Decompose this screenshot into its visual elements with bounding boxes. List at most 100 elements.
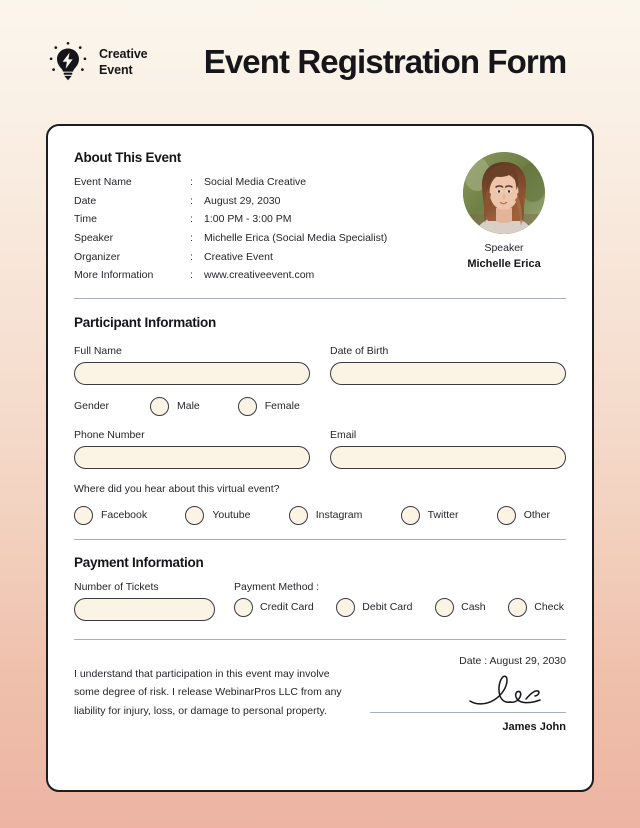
detail-separator: :: [190, 194, 193, 207]
date-of-birth-group: Date of Birth: [330, 345, 566, 385]
avatar: [463, 152, 545, 234]
page-title: Event Registration Form: [203, 43, 567, 80]
payment-option-debit-card[interactable]: Debit Card: [336, 597, 413, 617]
brand-name-line1: Creative: [99, 47, 148, 61]
email-input[interactable]: [330, 445, 566, 469]
phone-number-input[interactable]: [74, 445, 310, 469]
payment-section-title: Payment Information: [74, 554, 204, 570]
radio-icon[interactable]: [288, 505, 308, 525]
referral-option-label: Other: [523, 509, 550, 522]
detail-label: Time: [74, 213, 97, 226]
payment-method-options: Credit Card Debit Card Cash Check: [234, 597, 566, 617]
participant-section-title: Participant Information: [74, 314, 217, 330]
gender-option-label: Female: [264, 400, 300, 413]
radio-icon[interactable]: [234, 597, 253, 617]
referral-option-other[interactable]: Other: [496, 505, 550, 525]
table-row: Event Name : Social Media Creative: [74, 176, 387, 195]
brand-name-line2: Event: [99, 63, 133, 77]
radio-icon[interactable]: [400, 505, 420, 525]
payment-option-check[interactable]: Check: [508, 597, 564, 617]
about-section-title: About This Event: [74, 150, 181, 165]
referral-options: Facebook Youtube Instagram Twitter Other: [74, 505, 566, 525]
participant-section: Participant Information Full Name Date o…: [74, 315, 566, 525]
agreement-section: I understand that participation in this …: [74, 655, 566, 733]
tickets-input[interactable]: [74, 597, 215, 621]
radio-icon[interactable]: [508, 597, 528, 617]
disclaimer-line-1: I understand that participation in this …: [74, 667, 330, 680]
email-label: Email: [330, 428, 357, 441]
detail-label: Event Name: [74, 176, 132, 188]
detail-separator: :: [190, 250, 193, 263]
detail-value: 1:00 PM - 3:00 PM: [204, 213, 292, 226]
speaker-card: Speaker Michelle Erica: [442, 150, 566, 288]
signer-name: James John: [502, 720, 566, 733]
divider-after-about: [74, 297, 566, 299]
gender-label: Gender: [74, 400, 110, 413]
brand-name: Creative Event: [99, 46, 148, 78]
detail-label: More Information: [74, 269, 154, 282]
referral-option-youtube[interactable]: Youtube: [185, 505, 251, 525]
referral-option-label: Facebook: [101, 509, 148, 522]
handwritten-signature-icon: [469, 675, 541, 705]
phone-number-group: Phone Number: [74, 429, 310, 469]
radio-icon[interactable]: [435, 597, 455, 617]
disclaimer-line-2: some degree of risk. I release WebinarPr…: [74, 686, 342, 699]
date-of-birth-input[interactable]: [330, 361, 566, 385]
radio-icon[interactable]: [185, 505, 205, 525]
page-header: Creative Event Event Registration Form: [0, 0, 640, 124]
referral-option-facebook[interactable]: Facebook: [74, 505, 148, 525]
brand-logo: Creative Event: [46, 40, 172, 84]
detail-separator: :: [190, 213, 193, 226]
detail-label: Organizer: [74, 250, 121, 263]
payment-option-label: Cash: [461, 601, 486, 614]
gender-option-male[interactable]: Male: [150, 396, 200, 416]
full-name-group: Full Name: [74, 345, 310, 385]
detail-value: August 29, 2030: [204, 194, 281, 207]
detail-label: Speaker: [74, 231, 114, 244]
disclaimer-line-3: liability for injury, loss, or damage to…: [74, 705, 327, 718]
full-name-label: Full Name: [74, 344, 122, 357]
disclaimer-text: I understand that participation in this …: [74, 655, 370, 733]
table-row: Speaker : Michelle Erica (Social Media S…: [74, 232, 387, 251]
referral-option-label: Instagram: [315, 509, 363, 522]
signature-block: Date : August 29, 2030 James John: [370, 655, 566, 733]
payment-method-label: Payment Method :: [234, 580, 320, 593]
referral-option-instagram[interactable]: Instagram: [288, 505, 363, 525]
gender-group: Gender Male Female: [74, 396, 566, 416]
payment-option-label: Credit Card: [260, 601, 314, 614]
speaker-role-label: Speaker: [484, 242, 524, 254]
full-name-input[interactable]: [74, 361, 310, 385]
gender-option-female[interactable]: Female: [237, 396, 300, 416]
payment-option-cash[interactable]: Cash: [435, 597, 486, 617]
radio-icon[interactable]: [74, 505, 93, 525]
detail-value: Creative Event: [204, 250, 273, 263]
detail-separator: :: [190, 231, 193, 244]
referral-option-label: Youtube: [212, 509, 251, 522]
radio-icon[interactable]: [150, 396, 169, 416]
payment-option-credit-card[interactable]: Credit Card: [234, 597, 314, 617]
radio-icon[interactable]: [496, 505, 516, 525]
payment-option-label: Check: [534, 601, 564, 614]
tickets-group: Number of Tickets: [74, 581, 234, 621]
about-event-section: About This Event Event Name : Social Med…: [74, 150, 566, 288]
gender-option-label: Male: [177, 400, 200, 413]
radio-icon[interactable]: [336, 597, 356, 617]
referral-option-twitter[interactable]: Twitter: [400, 505, 459, 525]
detail-value: Michelle Erica (Social Media Specialist): [204, 231, 388, 244]
detail-value: www.creativeevent.com: [204, 269, 315, 282]
table-row: More Information : www.creativeevent.com: [74, 269, 387, 288]
divider-after-payment: [74, 638, 566, 640]
referral-question: Where did you hear about this virtual ev…: [74, 482, 280, 495]
payment-option-label: Debit Card: [362, 601, 413, 614]
detail-separator: :: [190, 176, 193, 188]
lightbulb-idea-icon: [46, 40, 90, 84]
speaker-name: Michelle Erica: [467, 258, 541, 270]
signature-line: [370, 711, 566, 713]
radio-icon[interactable]: [237, 396, 257, 416]
phone-number-label: Phone Number: [74, 428, 145, 441]
detail-separator: :: [190, 269, 193, 282]
event-details-table: Event Name : Social Media Creative Date …: [74, 176, 387, 288]
table-row: Date : August 29, 2030: [74, 195, 387, 214]
detail-label: Date: [74, 194, 97, 207]
referral-option-label: Twitter: [427, 509, 459, 522]
